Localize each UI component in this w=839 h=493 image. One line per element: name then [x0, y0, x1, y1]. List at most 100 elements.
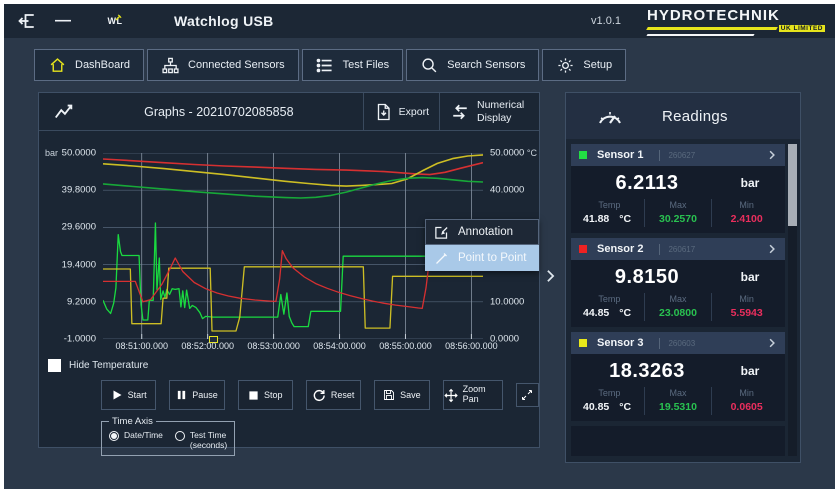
stat-label: Min [739, 294, 754, 304]
stat-label: Max [669, 294, 687, 304]
nav-item-connected-sensors[interactable]: Connected Sensors [147, 49, 299, 81]
panel-expander[interactable] [543, 256, 557, 296]
chevron-right-icon [769, 244, 775, 254]
chart-controls: Start Pause Stop Reset Save Zoom Pan [101, 380, 540, 410]
play-icon [113, 390, 122, 400]
x-axis-tick-label: 08:51:00.000 [115, 341, 169, 351]
scrollbar-thumb[interactable] [788, 144, 797, 226]
sensor-color-indicator [579, 151, 587, 159]
time-axis-legend: Time Axis [112, 416, 153, 427]
readings-panel: Readings Sensor 1 260627 6.2113 bar Temp… [565, 92, 801, 463]
radio-button-selected[interactable] [109, 431, 119, 441]
brand-stripe-white [646, 33, 755, 36]
sensor-card-list: Sensor 1 260627 6.2113 bar Temp 41.88 °C [571, 144, 785, 456]
brand-sub-label: UK LIMITED [778, 24, 825, 32]
title-bar: — WL Watchlog USB v1.0.1 HYDROTECHNIK UK… [4, 4, 835, 38]
save-icon [384, 390, 395, 400]
nav-item-test-files[interactable]: Test Files [301, 49, 404, 81]
expand-icon [522, 390, 533, 400]
sensor-card-header[interactable]: Sensor 3 260603 [571, 332, 785, 354]
divider [659, 149, 661, 161]
sensor-color-indicator [579, 245, 587, 253]
app-title: Watchlog USB [174, 13, 274, 29]
export-label: Export [398, 105, 429, 118]
sensor-id: 260627 [668, 150, 696, 160]
hide-temperature-label: Hide Temperature [69, 359, 149, 371]
reset-button[interactable]: Reset [305, 380, 362, 410]
export-button[interactable]: Export [362, 92, 439, 131]
hide-temperature-checkbox[interactable] [48, 358, 61, 372]
save-label: Save [400, 390, 421, 400]
numerical-display-label: Numerical Display [477, 99, 525, 124]
stop-button[interactable]: Stop [237, 380, 293, 410]
temp-unit: °C [619, 213, 632, 225]
chart-area: bar 50.0000 39.8000 29.6000 19.4000 9.2000 -1… [39, 148, 539, 345]
sensor-card: Sensor 3 260603 18.3263 bar Temp 40.85 °C [571, 332, 785, 421]
divider [659, 243, 661, 255]
version-label: v1.0.1 [591, 15, 621, 27]
pause-button[interactable]: Pause [169, 380, 225, 410]
minimize-icon[interactable]: — [50, 10, 76, 32]
stat-label: Min [739, 200, 754, 210]
sensor-name: Sensor 3 [597, 337, 644, 349]
sensor-id: 260603 [668, 338, 696, 348]
chevron-right-icon [769, 150, 775, 160]
stat-min: Min 5.5943 [712, 293, 781, 321]
move-icon [443, 388, 458, 402]
network-icon [161, 56, 179, 74]
empty-card-slot [571, 426, 785, 456]
context-menu-label: Annotation [458, 226, 513, 238]
nav-bar: DashBoard Connected Sensors Test Files S… [34, 49, 627, 81]
brand-name: HYDROTECHNIK [647, 6, 780, 24]
sensor-card-header[interactable]: Sensor 1 260627 [571, 144, 785, 166]
nav-label: Connected Sensors [188, 59, 285, 71]
left-axis-tick: 50.0000 [61, 147, 96, 159]
left-axis-tick: 9.2000 [66, 296, 96, 308]
context-menu-item-annotation[interactable]: Annotation [425, 219, 539, 245]
chevron-right-icon [769, 338, 775, 348]
sensor-value: 6.2113 [615, 171, 679, 194]
x-axis-tick-label: 08:54:00.000 [313, 341, 366, 351]
stat-temp: Temp 44.85 °C [575, 293, 644, 321]
stat-temp: Temp 41.88 °C [575, 199, 644, 227]
search-icon [420, 56, 438, 74]
list-icon [316, 56, 334, 74]
radio-button[interactable] [174, 431, 185, 441]
sensor-card-header[interactable]: Sensor 2 260617 [571, 238, 785, 260]
graph-title: Graphs - 20210702085858 [144, 104, 294, 119]
temp-unit: °C [619, 307, 632, 319]
gear-icon [556, 56, 574, 74]
app-logo: WL [102, 14, 128, 26]
sensor-unit: bar [740, 176, 760, 190]
radio-test-time[interactable]: Test Time (seconds) [174, 430, 227, 450]
nav-item-search-sensors[interactable]: Search Sensors [406, 49, 540, 81]
sensor-card: Sensor 2 260617 9.8150 bar Temp 44.85 °C [571, 238, 785, 327]
temp-value: 40.85 [583, 401, 610, 413]
sensor-value: 9.8150 [614, 265, 680, 288]
nav-label: Search Sensors [447, 59, 526, 71]
nav-item-setup[interactable]: Setup [542, 49, 627, 81]
radio-date-time[interactable]: Date/Time [109, 430, 163, 450]
readings-scrollbar[interactable] [788, 144, 797, 456]
nav-item-dashboard[interactable]: DashBoard [34, 49, 145, 81]
start-button[interactable]: Start [101, 380, 157, 410]
sensor-card-body: 6.2113 bar Temp 41.88 °C Max 30.2570 Min… [571, 166, 785, 233]
nav-label: Test Files [342, 59, 390, 71]
app-window: — WL Watchlog USB v1.0.1 HYDROTECHNIK UK… [0, 0, 839, 493]
context-menu-item-point-to-point[interactable]: Point to Point [425, 245, 539, 271]
zoom-pan-button[interactable]: Zoom Pan [442, 380, 503, 410]
fullscreen-button[interactable] [515, 383, 540, 407]
numerical-display-button[interactable]: Numerical Display [439, 92, 539, 131]
save-button[interactable]: Save [374, 380, 430, 410]
hide-temperature-row: Hide Temperature [48, 357, 539, 373]
stat-label: Temp [598, 388, 621, 398]
pdf-icon [377, 103, 390, 120]
left-axis-tick: 29.6000 [61, 221, 96, 233]
sensor-unit: bar [740, 364, 760, 378]
nav-label: DashBoard [75, 59, 131, 71]
min-value: 5.5943 [730, 307, 763, 319]
stat-max: Max 19.5310 [643, 387, 713, 415]
x-axis-tick-label: 08:53:00.000 [247, 341, 300, 351]
logout-icon[interactable] [14, 10, 40, 32]
stat-label: Max [669, 388, 687, 398]
